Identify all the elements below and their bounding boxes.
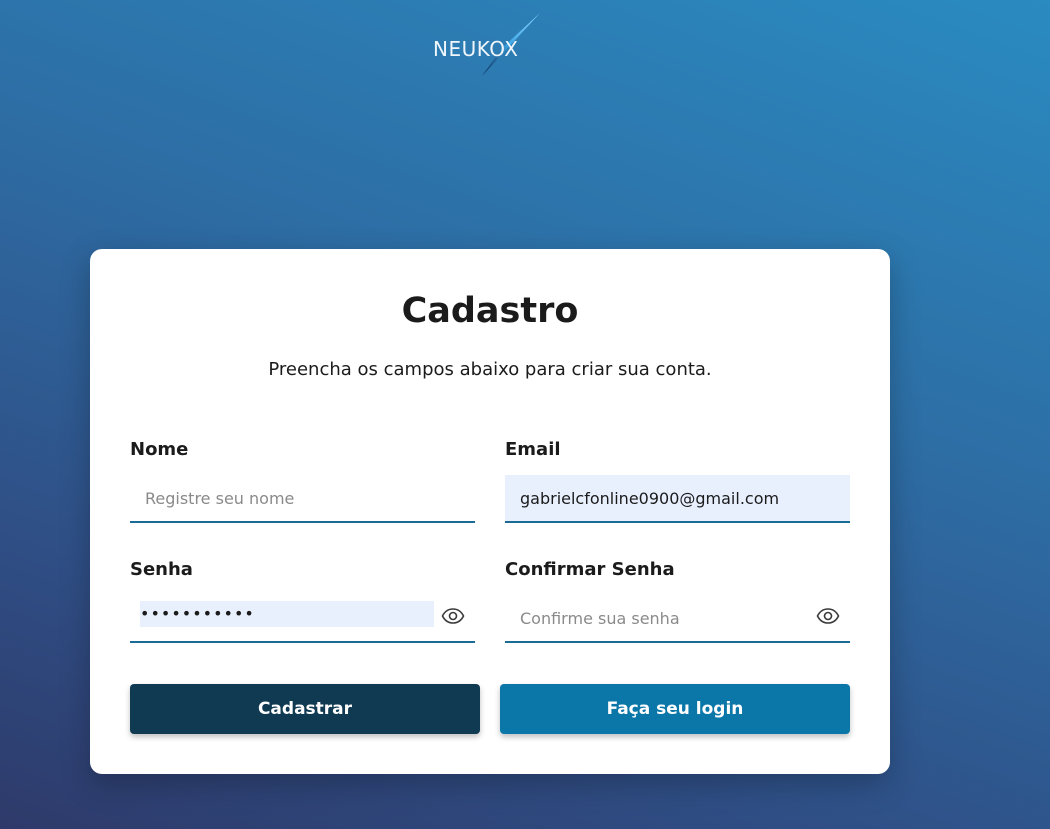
page-title: Cadastro xyxy=(401,291,579,331)
page-subtitle: Preencha os campos abaixo para criar sua… xyxy=(268,359,712,380)
login-button[interactable]: Faça seu login xyxy=(500,684,850,734)
email-input[interactable] xyxy=(505,475,850,521)
brand-logo: NEUKOX xyxy=(432,12,548,80)
submit-button[interactable]: Cadastrar xyxy=(130,684,480,734)
name-input[interactable] xyxy=(130,475,475,521)
password-label: Senha xyxy=(130,559,193,580)
name-field-wrapper xyxy=(130,475,475,523)
signup-card: Cadastro Preencha os campos abaixo para … xyxy=(90,249,890,774)
confirm-password-input[interactable] xyxy=(505,595,850,641)
brand-name: NEUKOX xyxy=(433,37,519,61)
eye-icon[interactable] xyxy=(816,604,840,628)
eye-icon[interactable] xyxy=(441,604,465,628)
password-field-wrapper[interactable]: ••••••••••• xyxy=(130,595,475,643)
name-label: Nome xyxy=(130,439,189,460)
confirm-password-label: Confirmar Senha xyxy=(505,559,675,580)
email-field-wrapper xyxy=(505,475,850,523)
email-label: Email xyxy=(505,439,561,460)
confirm-password-field-wrapper xyxy=(505,595,850,643)
password-input[interactable]: ••••••••••• xyxy=(140,601,255,627)
